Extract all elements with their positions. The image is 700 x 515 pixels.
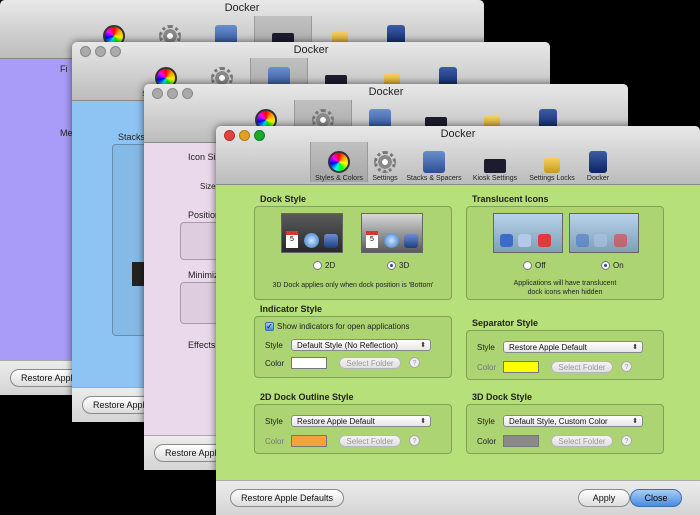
indicator-color-label: Color (265, 359, 285, 368)
indicator-color-swatch[interactable] (291, 357, 327, 369)
dock-3d-style-group: Style Default Style, Custom Color ⬍ Color… (466, 404, 664, 454)
gear-icon (374, 151, 396, 173)
dock-style-group: 5 5 2D 3D 3D Dock applies only when dock… (254, 206, 452, 300)
indicator-select-folder-button[interactable]: Select Folder (339, 357, 401, 369)
window-footer: Restore Apple Defaults Apply Close (216, 480, 700, 515)
dock-style-2d-radio[interactable] (313, 261, 322, 270)
dock-style-note: 3D Dock applies only when dock position … (272, 282, 434, 289)
calendar-icon: 5 (366, 231, 378, 248)
section-label: Fi (60, 64, 68, 74)
outline-2d-heading: 2D Dock Outline Style (260, 392, 354, 402)
dock-style-2d-label: 2D (325, 261, 336, 270)
dock-style-3d-radio[interactable] (387, 261, 396, 270)
toolbar-stacks-spacers[interactable]: Stacks & Spacers (402, 142, 466, 182)
translucent-icons-heading: Translucent Icons (472, 194, 549, 204)
dock-3d-color-swatch[interactable] (503, 435, 539, 447)
apply-button[interactable]: Apply (578, 489, 630, 507)
translucent-note-line2: dock icons when hidden (527, 289, 603, 296)
dock-3d-select-folder-button[interactable]: Select Folder (551, 435, 613, 447)
section-label: Minimiz (188, 270, 219, 280)
separator-color-swatch[interactable] (503, 361, 539, 373)
outline-2d-help-button[interactable]: ? (409, 435, 420, 446)
translucent-on-preview[interactable] (569, 213, 639, 253)
window-title: Docker (368, 86, 404, 98)
translucent-on-radio[interactable] (601, 261, 610, 270)
translucent-off-radio[interactable] (523, 261, 532, 270)
globe-icon (304, 233, 319, 248)
close-button[interactable]: Close (630, 489, 682, 507)
separator-style-select[interactable]: Restore Apple Default ⬍ (503, 341, 643, 353)
dock-3d-help-button[interactable]: ? (621, 435, 632, 446)
indicator-help-button[interactable]: ? (409, 357, 420, 368)
stacks-icon (423, 151, 445, 173)
app-icon (576, 234, 589, 247)
separator-select-folder-button[interactable]: Select Folder (551, 361, 613, 373)
separator-style-heading: Separator Style (472, 318, 539, 328)
app-icon (500, 234, 513, 247)
toolbar-settings[interactable]: Settings (368, 142, 402, 182)
dock-style-heading: Dock Style (260, 194, 307, 204)
lock-icon (544, 157, 560, 173)
title-bar[interactable]: Docker Styles & Colors Settings Stacks &… (216, 126, 700, 185)
app-icon (324, 234, 338, 248)
outline-2d-style-label: Style (265, 417, 283, 426)
calendar-icon: 5 (286, 231, 298, 248)
chevron-updown-icon: ⬍ (632, 418, 638, 425)
dock-3d-color-label: Color (477, 437, 497, 446)
app-icon (538, 234, 551, 247)
window-title: Docker (293, 44, 329, 56)
translucent-off-label: Off (535, 261, 546, 270)
separator-color-label: Color (477, 363, 497, 372)
chevron-updown-icon: ⬍ (420, 418, 426, 425)
translucent-note-line1: Applications will have translucent (513, 280, 617, 287)
chevron-updown-icon: ⬍ (632, 344, 638, 351)
docker-window-front: Docker Styles & Colors Settings Stacks &… (216, 126, 700, 515)
show-indicators-checkbox[interactable]: ✓ (265, 322, 274, 331)
translucent-on-label: On (613, 261, 624, 270)
section-label: Effects (188, 340, 216, 350)
kiosk-icon (484, 159, 506, 173)
section-label: Stacks (118, 132, 146, 142)
app-icon (594, 234, 607, 247)
app-icon (518, 234, 531, 247)
toolbar-styles-colors[interactable]: Styles & Colors (310, 142, 368, 182)
outline-2d-group: Style Restore Apple Default ⬍ Color Selec… (254, 404, 452, 454)
indicator-style-select[interactable]: Default Style (No Reflection) ⬍ (291, 339, 431, 351)
separator-help-button[interactable]: ? (621, 361, 632, 372)
toolbar-kiosk-settings[interactable]: Kiosk Settings (466, 142, 524, 182)
dock-3d-preview[interactable]: 5 (361, 213, 423, 253)
outline-2d-color-label: Color (265, 437, 285, 446)
separator-style-label: Style (477, 343, 495, 352)
dock-3d-style-heading: 3D Dock Style (472, 392, 533, 402)
outline-2d-color-swatch[interactable] (291, 435, 327, 447)
indicator-style-heading: Indicator Style (260, 304, 323, 314)
window-title: Docker (224, 2, 260, 14)
indicator-style-group: ✓ Show indicators for open applications … (254, 316, 452, 378)
outline-2d-select-folder-button[interactable]: Select Folder (339, 435, 401, 447)
toolbar-settings-locks[interactable]: Settings Locks (524, 142, 580, 182)
translucent-icons-group: Off On Applications will have translucen… (466, 206, 664, 300)
dock-style-3d-label: 3D (399, 261, 410, 270)
dock-2d-preview[interactable]: 5 (281, 213, 343, 253)
color-wheel-icon (328, 151, 350, 173)
window-title: Docker (440, 128, 476, 140)
indicator-style-label: Style (265, 341, 283, 350)
show-indicators-label: Show indicators for open applications (277, 322, 410, 331)
globe-icon (384, 233, 399, 248)
app-icon (404, 234, 418, 248)
outline-2d-style-select[interactable]: Restore Apple Default ⬍ (291, 415, 431, 427)
toolbar-docker[interactable]: Docker (580, 142, 616, 182)
docker-app-icon (589, 151, 607, 173)
chevron-updown-icon: ⬍ (420, 342, 426, 349)
translucent-off-preview[interactable] (493, 213, 563, 253)
separator-style-group: Style Restore Apple Default ⬍ Color Selec… (466, 330, 664, 380)
dock-3d-style-label: Style (477, 417, 495, 426)
restore-apple-defaults-button[interactable]: Restore Apple Defaults (230, 489, 345, 507)
section-label: Me (60, 128, 73, 138)
dock-3d-style-select[interactable]: Default Style, Custom Color ⬍ (503, 415, 643, 427)
app-icon (614, 234, 627, 247)
